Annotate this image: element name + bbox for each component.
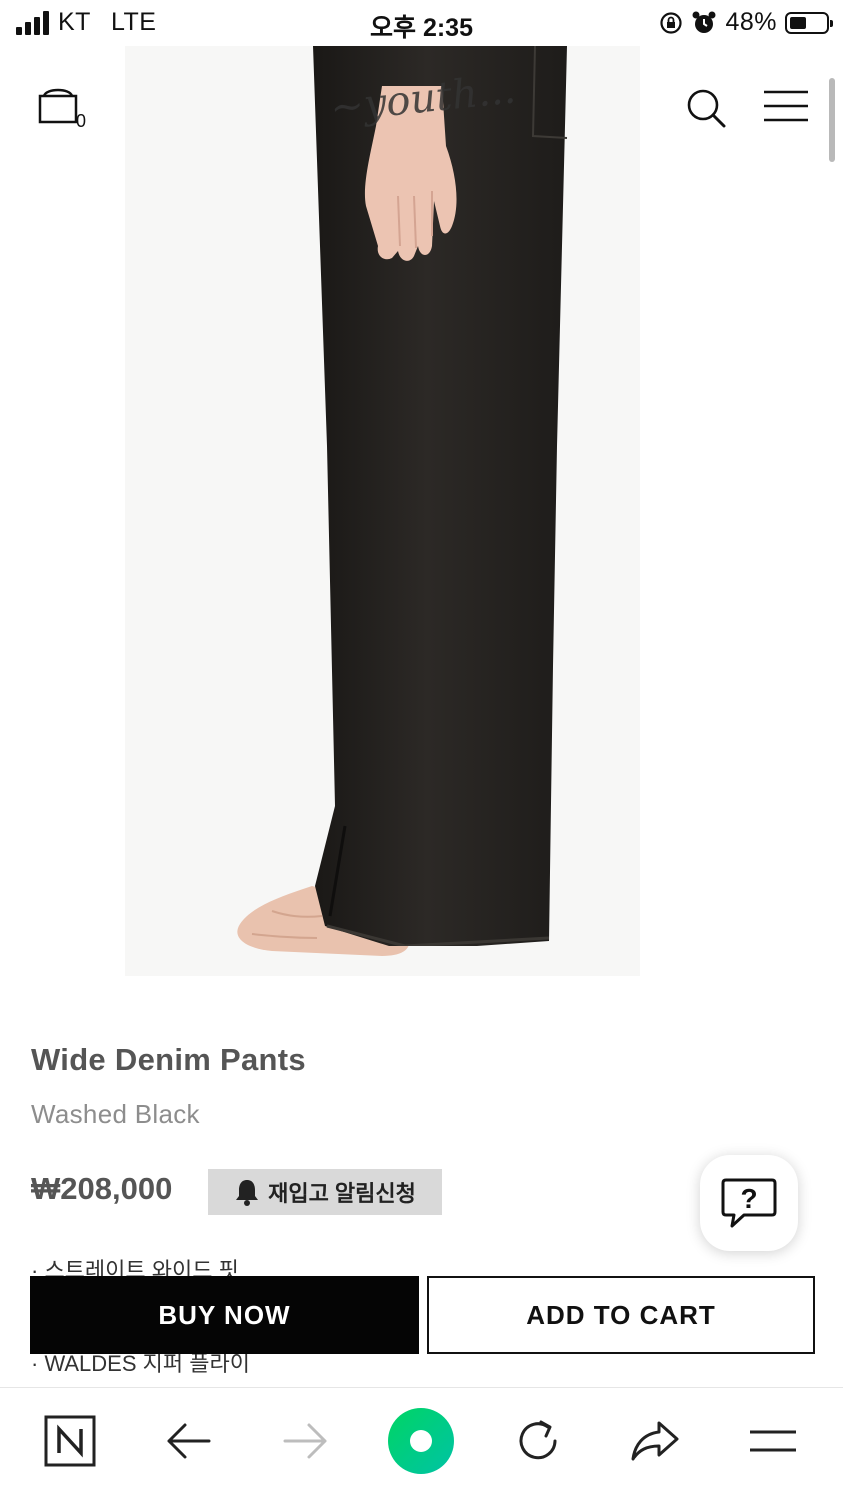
naver-green-button[interactable] <box>386 1406 456 1476</box>
browser-menu-button[interactable] <box>738 1406 808 1476</box>
cart-button[interactable]: 0 <box>36 86 92 132</box>
back-arrow-icon <box>167 1423 211 1459</box>
forward-arrow-icon <box>283 1423 327 1459</box>
product-price: ₩208,000 <box>31 1171 173 1206</box>
battery-icon <box>785 11 833 34</box>
naver-home-button[interactable] <box>35 1406 105 1476</box>
battery-level-fill <box>790 16 806 29</box>
add-to-cart-button[interactable]: ADD TO CART <box>427 1276 815 1354</box>
share-icon <box>631 1421 679 1461</box>
refresh-icon <box>519 1420 557 1460</box>
question-chat-icon: ? <box>721 1178 777 1228</box>
bell-icon <box>236 1180 259 1206</box>
refresh-button[interactable] <box>503 1406 573 1476</box>
menu-button[interactable] <box>762 89 810 123</box>
product-name: Wide Denim Pants <box>31 1042 306 1077</box>
menu-icon <box>750 1430 796 1452</box>
help-chat-button[interactable]: ? <box>700 1155 798 1251</box>
search-button[interactable] <box>684 86 728 130</box>
buy-now-button[interactable]: BUY NOW <box>30 1276 419 1354</box>
browser-toolbar <box>0 1387 843 1501</box>
rotation-lock-icon <box>660 11 683 34</box>
hamburger-menu-icon <box>764 90 808 122</box>
product-color: Washed Black <box>31 1099 200 1129</box>
product-image[interactable]: ~youth... <box>0 46 843 976</box>
page-scrollbar[interactable] <box>829 78 835 162</box>
help-question-mark: ? <box>740 1183 757 1214</box>
back-button[interactable] <box>153 1406 223 1476</box>
status-right: 48% <box>659 8 833 37</box>
cart-count: 0 <box>76 111 87 131</box>
search-icon <box>687 89 726 128</box>
naver-icon <box>44 1415 96 1467</box>
restock-alert-button[interactable]: 재입고 알림신청 <box>208 1169 442 1215</box>
status-bar: KT LTE 오후 2:35 48% <box>0 0 843 46</box>
restock-alert-label: 재입고 알림신청 <box>268 1181 416 1206</box>
forward-button[interactable] <box>271 1406 341 1476</box>
share-button[interactable] <box>620 1406 690 1476</box>
home-green-ring-icon <box>388 1408 454 1474</box>
alarm-icon <box>692 11 716 33</box>
battery-percent: 48% <box>725 8 777 36</box>
